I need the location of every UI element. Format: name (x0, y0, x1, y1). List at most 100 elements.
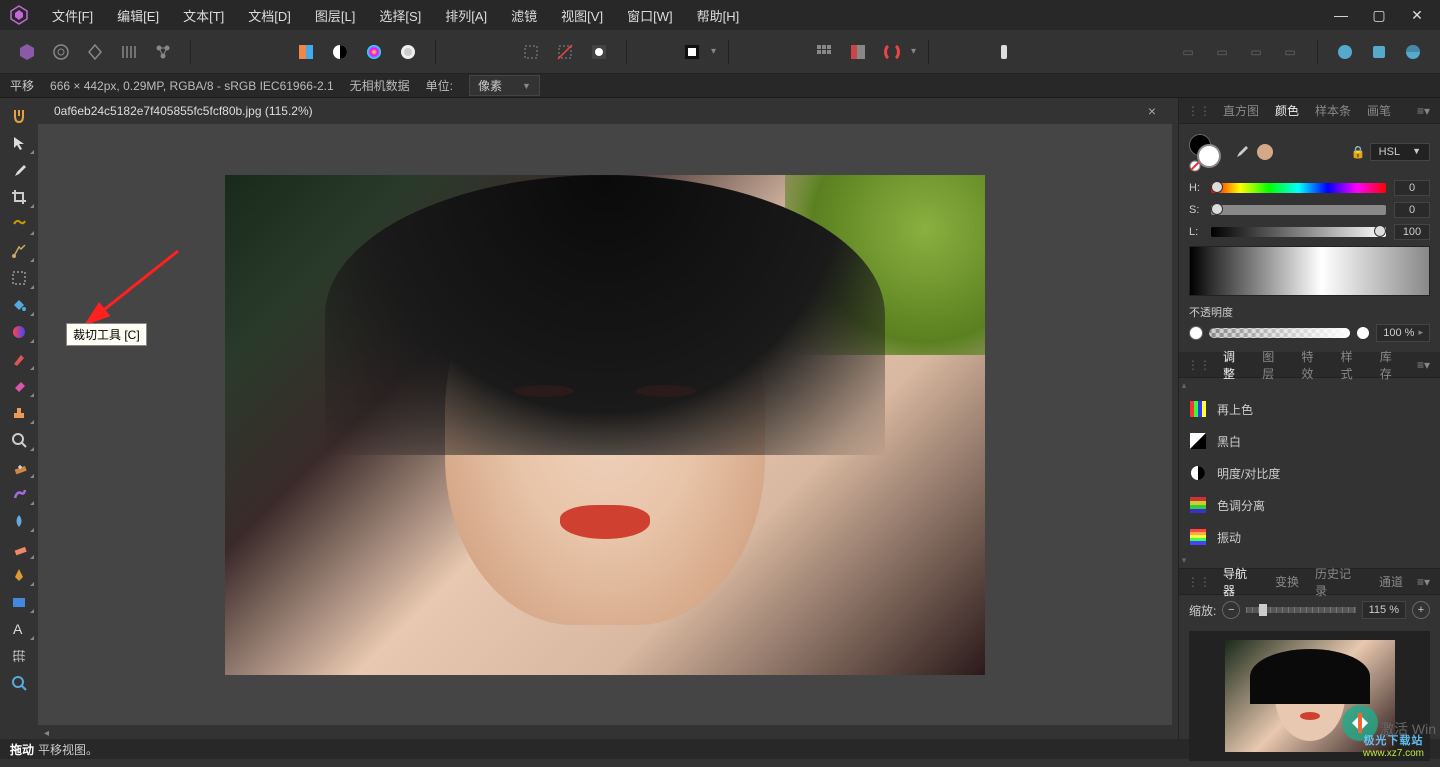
panel-menu-icon[interactable]: ≡▾ (1411, 575, 1436, 589)
add-shape-icon[interactable] (1330, 37, 1360, 67)
adj-recolor[interactable]: 再上色 (1179, 393, 1440, 425)
quickmask-icon[interactable] (584, 37, 614, 67)
menu-help[interactable]: 帮助[H] (687, 2, 750, 29)
region-tool[interactable] (2, 210, 36, 237)
zoom-tool[interactable] (2, 669, 36, 696)
inpainting-tool[interactable] (2, 480, 36, 507)
menu-filter[interactable]: 滤镜 (501, 2, 547, 29)
zoom-value[interactable]: 115 % (1362, 601, 1406, 619)
menu-file[interactable]: 文件[F] (42, 2, 103, 29)
opacity-start-icon[interactable] (1189, 326, 1203, 340)
blur-tool[interactable] (2, 507, 36, 534)
opacity-end-icon[interactable] (1356, 326, 1370, 340)
healing-tool[interactable] (2, 453, 36, 480)
gradient-tool[interactable] (2, 318, 36, 345)
sampled-color-icon[interactable] (1257, 144, 1273, 160)
menu-layer[interactable]: 图层[L] (305, 2, 365, 29)
tab-channels[interactable]: 通道 (1371, 569, 1411, 594)
assistant-icon[interactable] (989, 37, 1019, 67)
mesh-warp-tool[interactable] (2, 642, 36, 669)
unit-dropdown[interactable]: 像素▼ (469, 75, 540, 96)
move-tool[interactable] (2, 129, 36, 156)
tab-brush[interactable]: 画笔 (1359, 98, 1399, 123)
hue-value[interactable]: 0 (1394, 180, 1430, 196)
color-picker-tool[interactable] (2, 156, 36, 183)
menu-select[interactable]: 选择[S] (369, 2, 431, 29)
color-gradient-box[interactable] (1189, 246, 1430, 296)
crop-tool[interactable] (2, 183, 36, 210)
tab-transform[interactable]: 变换 (1267, 569, 1307, 594)
adj-bw[interactable]: 黑白 (1179, 425, 1440, 457)
zoom-slider[interactable] (1246, 607, 1355, 613)
adj-posterize[interactable]: 色调分离 (1179, 489, 1440, 521)
adj-vibrance[interactable]: 振动 (1179, 521, 1440, 553)
view-tool[interactable] (2, 102, 36, 129)
adj-brightness[interactable]: 明度/对比度 (1179, 457, 1440, 489)
pen-tool[interactable] (2, 561, 36, 588)
auto-contrast-icon[interactable] (325, 37, 355, 67)
intersect-shape-icon[interactable] (1398, 37, 1428, 67)
pixel-grid-icon[interactable] (843, 37, 873, 67)
flood-fill-tool[interactable] (2, 291, 36, 318)
menu-arrange[interactable]: 排列[A] (435, 2, 497, 29)
tab-close-icon[interactable]: × (1148, 103, 1156, 119)
fg-color-icon[interactable] (1197, 144, 1221, 168)
subtract-shape-icon[interactable] (1364, 37, 1394, 67)
zoom-in-button[interactable]: + (1412, 601, 1430, 619)
persona-tonemap-icon[interactable] (114, 37, 144, 67)
hue-slider[interactable] (1211, 183, 1386, 193)
persona-liquify-icon[interactable] (46, 37, 76, 67)
auto-levels-icon[interactable] (291, 37, 321, 67)
clone-tool[interactable] (2, 399, 36, 426)
selection-show-icon[interactable] (516, 37, 546, 67)
navigator-preview[interactable]: 极光下载站 www.xz7.com (1189, 631, 1430, 761)
tab-navigator[interactable]: 导航器 (1215, 561, 1267, 603)
light-value[interactable]: 100 (1394, 224, 1430, 240)
scroll-up-icon[interactable]: ▴ (1179, 378, 1189, 393)
panel-menu-icon[interactable]: ≡▾ (1411, 358, 1436, 372)
color-mode-dropdown[interactable]: HSL▼ (1370, 143, 1430, 161)
menu-document[interactable]: 文档[D] (238, 2, 301, 29)
persona-develop-icon[interactable] (80, 37, 110, 67)
grid-icon[interactable] (809, 37, 839, 67)
eyedropper-icon[interactable] (1233, 143, 1249, 162)
menu-window[interactable]: 窗口[W] (617, 2, 683, 29)
lock-icon[interactable]: 🔒 (1351, 145, 1366, 159)
dodge-tool[interactable] (2, 426, 36, 453)
marquee-tool[interactable] (2, 264, 36, 291)
auto-colors-icon[interactable] (359, 37, 389, 67)
tab-color[interactable]: 颜色 (1267, 98, 1307, 123)
erase-tool[interactable] (2, 372, 36, 399)
fg-bg-swatch[interactable] (1189, 134, 1225, 170)
document-tab[interactable]: 0af6eb24c5182e7f405855fc5fcf80b.jpg (115… (44, 100, 1166, 122)
selection-hide-icon[interactable] (550, 37, 580, 67)
menu-view[interactable]: 视图[V] (551, 2, 613, 29)
close-button[interactable]: ✕ (1402, 5, 1432, 25)
scroll-down-icon[interactable]: ▾ (1179, 553, 1189, 568)
selection-brush-tool[interactable] (2, 237, 36, 264)
opacity-slider[interactable] (1209, 328, 1350, 338)
minimize-button[interactable]: — (1326, 5, 1356, 25)
horizontal-scrollbar[interactable]: ◂ (38, 725, 1172, 739)
panel-menu-icon[interactable]: ≡▾ (1411, 104, 1436, 118)
rectangle-tool[interactable] (2, 588, 36, 615)
paintbrush-tool[interactable] (2, 345, 36, 372)
snap-icon[interactable] (877, 37, 907, 67)
dark-bg-icon[interactable] (677, 37, 707, 67)
tab-history[interactable]: 历史记录 (1307, 561, 1371, 603)
menu-text[interactable]: 文本[T] (173, 2, 234, 29)
sat-value[interactable]: 0 (1394, 202, 1430, 218)
auto-wb-icon[interactable] (393, 37, 423, 67)
canvas-viewport[interactable] (38, 124, 1172, 725)
persona-photo-icon[interactable] (12, 37, 42, 67)
retouch-tool[interactable] (2, 534, 36, 561)
tab-histogram[interactable]: 直方图 (1215, 98, 1267, 123)
zoom-out-button[interactable]: − (1222, 601, 1240, 619)
maximize-button[interactable]: ▢ (1364, 5, 1394, 25)
persona-export-icon[interactable] (148, 37, 178, 67)
light-slider[interactable] (1211, 227, 1386, 237)
menu-edit[interactable]: 编辑[E] (107, 2, 169, 29)
text-tool[interactable]: A (2, 615, 36, 642)
sat-slider[interactable] (1211, 205, 1386, 215)
tab-swatches[interactable]: 样本条 (1307, 98, 1359, 123)
